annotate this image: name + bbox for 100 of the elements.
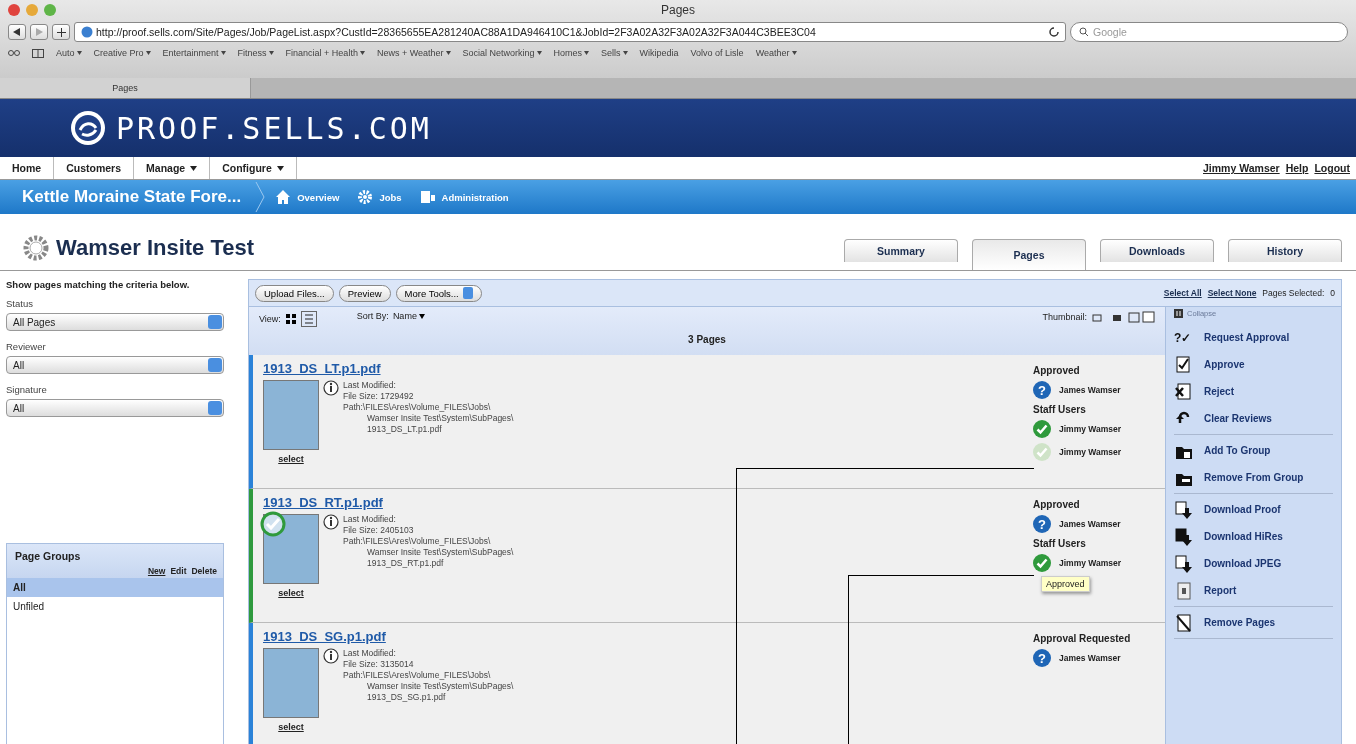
caret-icon bbox=[76, 51, 82, 55]
grid-view-icon[interactable] bbox=[284, 313, 297, 325]
file-info-line: File Size: 1729492 bbox=[343, 391, 415, 402]
file-info-line: 1913_DS_SG.p1.pdf bbox=[366, 692, 447, 703]
bookmark-item[interactable]: Wikipedia bbox=[639, 48, 679, 58]
select-link[interactable]: Select None bbox=[1207, 288, 1257, 298]
action-item[interactable]: Reject bbox=[1174, 378, 1333, 405]
header-link[interactable]: Logout bbox=[1314, 162, 1350, 174]
bookmark-item[interactable]: Homes bbox=[553, 48, 590, 58]
url-text: http://proof.sells.com/Site/Pages/Job/PageList.aspx?CustId=28365655EA281240AC88A1DA946410C1&JobId=2F3A02A32F3A02A32F3A044C3BEE3C04 bbox=[96, 26, 816, 38]
action-item[interactable]: Add To Group bbox=[1174, 437, 1333, 464]
bookmark-item[interactable]: Creative Pro bbox=[93, 48, 151, 58]
back-icon[interactable] bbox=[13, 28, 21, 36]
file-link[interactable]: 1913_DS_RT.p1.pdf bbox=[263, 495, 1033, 510]
action-item[interactable]: Download Proof bbox=[1174, 496, 1333, 523]
select-link[interactable]: select bbox=[278, 454, 304, 464]
panel-title: Page Groups bbox=[15, 550, 82, 562]
review-heading: Approved bbox=[1033, 499, 1081, 510]
menu-item[interactable]: Manage bbox=[134, 157, 211, 179]
bookmark-item[interactable]: Financial + Health bbox=[285, 48, 365, 58]
action-item[interactable]: Report bbox=[1174, 577, 1333, 604]
menu-item[interactable]: Home bbox=[0, 157, 55, 179]
group-item[interactable]: All bbox=[7, 578, 223, 597]
action-item[interactable]: Approve bbox=[1174, 351, 1333, 378]
thumbnail-size-icons[interactable] bbox=[1091, 311, 1155, 323]
tab[interactable]: History bbox=[1228, 239, 1342, 262]
bookmark-item[interactable]: Social Networking bbox=[462, 48, 542, 58]
more-tools-dropdown[interactable]: More Tools... bbox=[395, 284, 482, 302]
tab[interactable]: Summary bbox=[844, 239, 958, 262]
header-link[interactable]: Help bbox=[1285, 162, 1309, 174]
job-title[interactable]: Kettle Moraine State Fore... bbox=[0, 187, 256, 207]
group-item[interactable]: Unfiled bbox=[7, 597, 223, 616]
bookmark-item[interactable]: Entertainment bbox=[162, 48, 226, 58]
file-info-line: File Size: 3135014 bbox=[343, 659, 415, 670]
breadcrumb-link[interactable]: Administration bbox=[419, 189, 509, 205]
filter-dropdown[interactable]: All bbox=[6, 356, 224, 374]
caret-icon bbox=[220, 51, 226, 55]
action-item[interactable]: Clear Reviews bbox=[1174, 405, 1333, 432]
close-button[interactable] bbox=[8, 4, 20, 16]
group-action-link[interactable]: Delete bbox=[191, 566, 217, 576]
select-link[interactable]: select bbox=[278, 588, 304, 598]
filter-intro: Show pages matching the criteria below. bbox=[6, 279, 191, 290]
action-item[interactable]: Download HiRes bbox=[1174, 523, 1333, 550]
bookmark-item[interactable]: Fitness bbox=[237, 48, 274, 58]
info-icon[interactable] bbox=[323, 648, 339, 664]
select-link[interactable]: Select All bbox=[1163, 288, 1202, 298]
filter-dropdown[interactable]: All Pages bbox=[6, 313, 224, 331]
filter-label: Signature bbox=[6, 384, 48, 395]
toolbar-button[interactable]: Upload Files... bbox=[255, 284, 334, 302]
filter-label: Reviewer bbox=[6, 341, 47, 352]
sort-dropdown[interactable]: Name bbox=[392, 311, 425, 321]
bookmark-item[interactable]: Sells bbox=[601, 48, 628, 58]
info-icon[interactable] bbox=[323, 514, 339, 530]
caret-icon bbox=[418, 313, 425, 319]
list-view-icon[interactable] bbox=[300, 311, 317, 327]
reviewer-name: James Wamser bbox=[1059, 653, 1121, 663]
reviewer-name: James Wamser bbox=[1059, 385, 1121, 395]
delete-icon bbox=[1174, 612, 1194, 633]
group-action-link[interactable]: New bbox=[147, 566, 166, 576]
menu-item[interactable]: Customers bbox=[54, 157, 135, 179]
caret-icon bbox=[791, 51, 797, 55]
plus-icon[interactable] bbox=[56, 27, 66, 37]
action-item[interactable]: Download JPEG bbox=[1174, 550, 1333, 577]
action-item[interactable]: Remove From Group bbox=[1174, 464, 1333, 491]
file-link[interactable]: 1913_DS_LT.p1.pdf bbox=[263, 361, 1033, 376]
stepper-icon bbox=[462, 287, 473, 299]
toolbar-button[interactable]: Preview bbox=[338, 284, 391, 302]
bookmark-item[interactable]: Volvo of Lisle bbox=[690, 48, 744, 58]
filter-label: Status bbox=[6, 298, 34, 309]
caret-icon bbox=[145, 51, 151, 55]
reload-icon[interactable] bbox=[1049, 27, 1059, 37]
reading-list-icon[interactable] bbox=[8, 49, 20, 57]
bookmark-item[interactable]: News + Weather bbox=[376, 48, 451, 58]
reviewer-name: James Wamser bbox=[1059, 519, 1121, 529]
browser-tab[interactable]: Pages bbox=[0, 78, 251, 98]
gear-icon bbox=[22, 234, 50, 262]
breadcrumb-link[interactable]: Jobs bbox=[357, 189, 402, 205]
action-item[interactable]: ?✓ Request Approval bbox=[1174, 324, 1333, 351]
add-bookmark-button[interactable] bbox=[52, 24, 70, 40]
info-icon[interactable] bbox=[323, 380, 339, 396]
reviewer-name: Jimmy Wamser bbox=[1059, 424, 1122, 434]
filter-dropdown[interactable]: All bbox=[6, 399, 224, 417]
bookmarks-icon[interactable] bbox=[32, 48, 44, 58]
tab[interactable]: Pages bbox=[972, 239, 1086, 270]
bookmark-item[interactable]: Auto bbox=[56, 48, 82, 58]
group-action-link[interactable]: Edit bbox=[170, 566, 187, 576]
action-item[interactable]: Remove Pages bbox=[1174, 609, 1333, 636]
file-link[interactable]: 1913_DS_SG.p1.pdf bbox=[263, 629, 1033, 644]
menu-item[interactable]: Configure bbox=[210, 157, 297, 179]
check-icon bbox=[1033, 420, 1051, 438]
select-link[interactable]: select bbox=[278, 722, 304, 732]
back-button[interactable] bbox=[8, 24, 26, 40]
bookmark-item[interactable]: Weather bbox=[755, 48, 797, 58]
site-logo[interactable]: PROOF.SELLS.COM bbox=[116, 110, 432, 146]
file-info-line: 1913_DS_RT.p1.pdf bbox=[366, 558, 445, 569]
window-title: Pages bbox=[661, 3, 695, 17]
user-link[interactable]: Jimmy Wamser bbox=[1203, 162, 1280, 174]
address-field[interactable]: http://proof.sells.com/Site/Pages/Job/PageList.aspx?CustId=28365655EA281240AC88A1DA946410C1&JobId=2F3A02A32F3A02A32F3A044C3BEE3C04 bbox=[74, 22, 1066, 42]
tab[interactable]: Downloads bbox=[1100, 239, 1214, 262]
breadcrumb-link[interactable]: Overview bbox=[275, 189, 340, 205]
